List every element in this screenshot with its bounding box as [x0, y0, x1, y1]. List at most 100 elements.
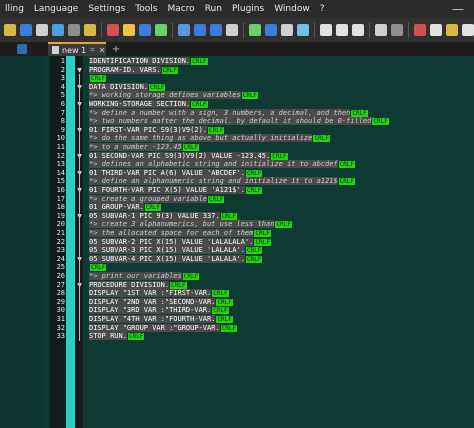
add-tab-button[interactable]: +	[110, 43, 122, 55]
eol-marker: CRLF	[182, 144, 200, 151]
toolbar-button-icon[interactable]	[462, 24, 474, 36]
eol-marker: CRLF	[149, 83, 166, 91]
toolbar-separator	[101, 22, 102, 38]
code-comment: *> define a number with a sign, 3 number…	[89, 108, 351, 117]
eol-marker: CRLF	[372, 118, 389, 126]
toolbar-button-icon[interactable]	[297, 24, 309, 36]
code-text: 05 SUBVAR-4 PIC X(15) VALUE 'LALALA'.	[89, 254, 245, 263]
menu-item-6[interactable]: Plugins	[227, 4, 269, 14]
file-icon	[52, 46, 59, 54]
toolbar-button-icon[interactable]	[139, 24, 151, 36]
toolbar-button-icon[interactable]	[320, 24, 332, 36]
toolbar-button-icon[interactable]	[68, 24, 80, 36]
code-comment: *> to a number -123.45	[89, 143, 182, 151]
menu-item-1[interactable]: Language	[29, 4, 83, 14]
eol-marker: CRLF	[245, 187, 263, 194]
eol-marker: CRLF	[220, 324, 238, 332]
eol-marker: CRLF	[275, 221, 292, 229]
code-text: PROCEDURE DIVISION.	[89, 280, 170, 289]
toolbar-separator	[408, 22, 409, 38]
toolbar-button-icon[interactable]	[265, 24, 277, 36]
tab-new-1[interactable]: new 1 ⌗ ✕	[48, 42, 106, 56]
eol-marker: CRLF	[182, 273, 200, 280]
toolbar-button-icon[interactable]	[446, 24, 458, 36]
code-comment: *> print our variables	[89, 272, 182, 280]
menu-item-3[interactable]: Tools	[130, 4, 162, 14]
eol-marker: CRLF	[208, 195, 225, 203]
menu-item-7[interactable]: Window	[269, 4, 315, 14]
toolbar-button-icon[interactable]	[194, 24, 206, 36]
toolbar-separator	[172, 22, 173, 38]
tab-bar: new 1 ⌗ ✕ +	[0, 42, 474, 56]
code-text: STOP RUN.	[89, 332, 127, 341]
toolbar-button-icon[interactable]	[414, 24, 426, 36]
code-text: DISPLAY "1ST VAR :"FIRST-VAR.	[89, 289, 212, 298]
line-number-gutter: 1 2 3 4 5 6 7 8 9 10 11 12 13 14 15 16 17 18 19 20 21 22 23 24 2…	[50, 56, 66, 428]
eol-marker: CRLF	[212, 307, 229, 315]
side-panel	[0, 56, 45, 428]
toolbar-button-icon[interactable]	[52, 24, 64, 36]
toolbar-button-icon[interactable]	[178, 24, 190, 36]
toolbar-button-icon[interactable]	[281, 24, 293, 36]
menu-item-8[interactable]: ?	[315, 4, 330, 14]
eol-marker: CRLF	[170, 281, 187, 289]
toolbar-button-icon[interactable]	[226, 24, 238, 36]
menu-item-4[interactable]: Macro	[162, 4, 199, 14]
toolbar-button-icon[interactable]	[430, 24, 442, 36]
close-icon[interactable]: ✕	[99, 46, 106, 55]
eol-marker: CRLF	[254, 230, 271, 237]
toolbar-button-icon[interactable]	[84, 24, 96, 36]
toolbar-button-icon[interactable]	[4, 24, 16, 36]
toolbar	[0, 18, 474, 42]
toolbar-separator	[369, 22, 370, 38]
eol-marker: CRLF	[338, 178, 356, 186]
eol-marker: CRLF	[191, 58, 208, 65]
eol-marker: CRLF	[351, 109, 368, 117]
toolbar-button-icon[interactable]	[36, 24, 48, 36]
tab-list-button[interactable]	[0, 43, 44, 55]
eol-marker: CRLF	[241, 92, 259, 100]
eol-marker: CRLF	[208, 126, 225, 134]
code-text: 05 SUBVAR-3 PIC X(15) VALUE 'LALALA'.	[89, 246, 245, 255]
toolbar-button-icon[interactable]	[336, 24, 348, 36]
code-comment: *> create a grouped variable	[89, 194, 208, 203]
toolbar-button-icon[interactable]	[391, 24, 403, 36]
eol-marker: CRLF	[245, 255, 263, 263]
eol-marker: CRLF	[212, 290, 229, 298]
code-line[interactable]: STOP RUN. CRLF	[89, 332, 145, 341]
code-comment: *> working storage defines variables	[89, 91, 241, 100]
menu-bar: lling Language Settings Tools Macro Run Plugin…	[0, 0, 474, 18]
eol-marker: CRLF	[245, 169, 263, 177]
code-comment: *> the allocated space for each of them	[89, 229, 254, 237]
eol-marker: CRLF	[245, 247, 263, 255]
code-text: DISPLAY "2ND VAR :"SECOND-VAR.	[89, 297, 216, 306]
line-number: 33	[56, 332, 65, 341]
toolbar-button-icon[interactable]	[155, 24, 167, 36]
eol-marker: CRLF	[127, 333, 145, 341]
eol-marker: CRLF	[338, 161, 356, 169]
toolbar-button-icon[interactable]	[249, 24, 261, 36]
toolbar-button-icon[interactable]	[352, 24, 364, 36]
change-history-bar	[66, 56, 75, 428]
menu-item-2[interactable]: Settings	[83, 4, 130, 14]
toolbar-button-icon[interactable]	[210, 24, 222, 36]
eol-marker: CRLF	[216, 298, 233, 306]
code-line[interactable]: 05 SUBVAR-4 PIC X(15) VALUE 'LALALA'. CRL…	[89, 254, 263, 264]
eol-marker: CRLF	[313, 135, 330, 143]
eol-marker: CRLF	[254, 238, 271, 246]
menu-item-5[interactable]: Run	[200, 4, 227, 14]
toolbar-separator	[314, 22, 315, 38]
toolbar-button-icon[interactable]	[123, 24, 135, 36]
code-text: 05 SUBVAR-2 PIC X(15) VALUE 'LALALALA'.	[89, 237, 254, 246]
toolbar-button-icon[interactable]	[20, 24, 32, 36]
menu-item-0[interactable]: lling	[0, 4, 29, 14]
code-editor[interactable]: IDENTIFICATION DIVISION. CRLF PROGRAM-ID. …	[83, 56, 474, 428]
pin-icon[interactable]: ⌗	[90, 45, 95, 55]
code-text: 01 GROUP-VAR.	[89, 203, 144, 212]
toolbar-button-icon[interactable]	[375, 24, 387, 36]
toolbar-button-icon[interactable]	[107, 24, 119, 36]
fold-toggle-icon[interactable]: ▼	[76, 67, 83, 74]
code-text: DISPLAY "3RD VAR :"THIRD-VAR.	[89, 306, 212, 315]
minimize-icon[interactable]: —	[442, 0, 474, 18]
eol-marker: CRLF	[90, 75, 107, 83]
